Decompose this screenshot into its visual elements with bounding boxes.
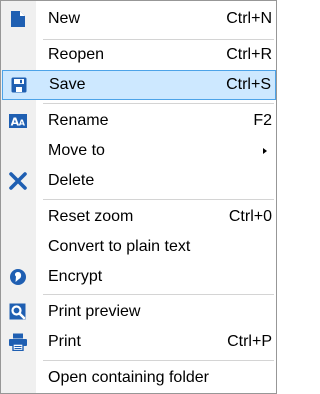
svg-text:A: A (19, 119, 26, 128)
menu-item-print[interactable]: Print Ctrl+P (2, 328, 276, 356)
printer-icon (4, 328, 32, 356)
menu-item-shortcut: Ctrl+N (226, 10, 272, 27)
menu-item-encrypt[interactable]: Encrypt (2, 263, 276, 291)
menu-item-label: Convert to plain text (48, 238, 191, 255)
menu-item-label: Move to (48, 142, 105, 159)
menu-item-rename[interactable]: A A Rename F2 (2, 107, 276, 135)
menu-item-label: Rename (48, 112, 109, 129)
menu-item-label: Delete (48, 172, 95, 189)
menu-item-convert-to-plain-text[interactable]: Convert to plain text (2, 233, 276, 261)
menu-item-label: Open containing folder (48, 369, 209, 386)
menu-item-reset-zoom[interactable]: Reset zoom Ctrl+0 (2, 203, 276, 231)
context-menu: New Ctrl+N Reopen Ctrl+R Save Ctrl+S A A (0, 0, 277, 394)
new-document-icon (4, 5, 32, 33)
menu-item-label: Encrypt (48, 268, 103, 285)
menu-item-label: Reset zoom (48, 208, 134, 225)
menu-item-reopen[interactable]: Reopen Ctrl+R (2, 41, 276, 69)
menu-item-shortcut: Ctrl+0 (228, 208, 272, 225)
menu-separator (43, 294, 274, 295)
menu-separator (43, 199, 274, 200)
menu-item-shortcut: F2 (253, 112, 272, 129)
menu-item-label: New (48, 10, 81, 27)
menu-item-save[interactable]: Save Ctrl+S (2, 70, 276, 100)
menu-item-label: Save (49, 76, 86, 93)
menu-item-shortcut: Ctrl+R (226, 46, 272, 63)
menu-item-label: Reopen (48, 46, 105, 63)
rename-icon: A A (4, 107, 32, 135)
menu-item-move-to[interactable]: Move to (2, 137, 276, 165)
menu-item-print-preview[interactable]: Print preview (2, 298, 276, 326)
menu-separator (43, 360, 274, 361)
menu-separator (43, 39, 274, 40)
menu-item-shortcut: Ctrl+S (226, 76, 271, 93)
menu-item-delete[interactable]: Delete (2, 167, 276, 195)
menu-item-new[interactable]: New Ctrl+N (2, 5, 276, 33)
print-preview-icon (4, 298, 32, 326)
menu-item-label: Print preview (48, 303, 141, 320)
menu-item-label: Print (48, 333, 81, 350)
submenu-arrow-icon (263, 148, 267, 154)
menu-item-open-containing-folder[interactable]: Open containing folder (2, 364, 276, 392)
delete-x-icon (4, 167, 32, 195)
menu-item-shortcut: Ctrl+P (227, 333, 272, 350)
floppy-disk-icon (5, 71, 33, 99)
menu-separator (43, 103, 274, 104)
encrypt-icon (4, 263, 32, 291)
